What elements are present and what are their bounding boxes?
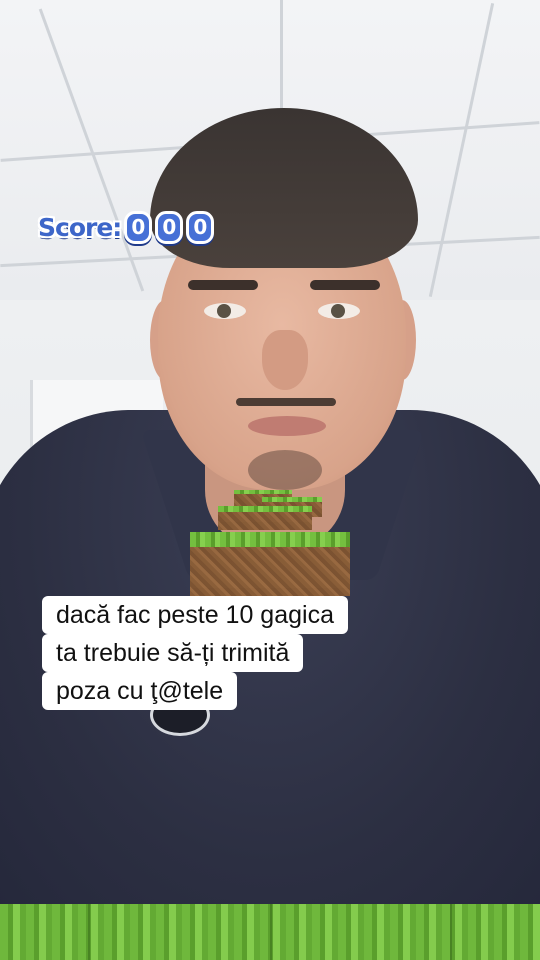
- score-digit: 0: [155, 210, 184, 244]
- grass-block: [218, 506, 312, 530]
- block-stack: [0, 0, 540, 960]
- score-digit: 0: [186, 210, 215, 244]
- grass-block-top: [190, 532, 350, 596]
- ground-seam: [450, 904, 452, 960]
- score-label: Score:: [38, 212, 122, 242]
- ground-seam: [88, 904, 90, 960]
- ground-seam: [270, 904, 272, 960]
- caption-text: dacă fac peste 10 gagica ta trebuie să-ț…: [42, 596, 402, 710]
- score-digit: 0: [124, 210, 153, 244]
- caption-line: dacă fac peste 10 gagica: [42, 596, 348, 634]
- score-display: Score: 0 0 0: [38, 210, 215, 244]
- caption-line: ta trebuie să-ți trimită: [42, 634, 304, 672]
- caption-line: poza cu ţ@tele: [42, 672, 238, 710]
